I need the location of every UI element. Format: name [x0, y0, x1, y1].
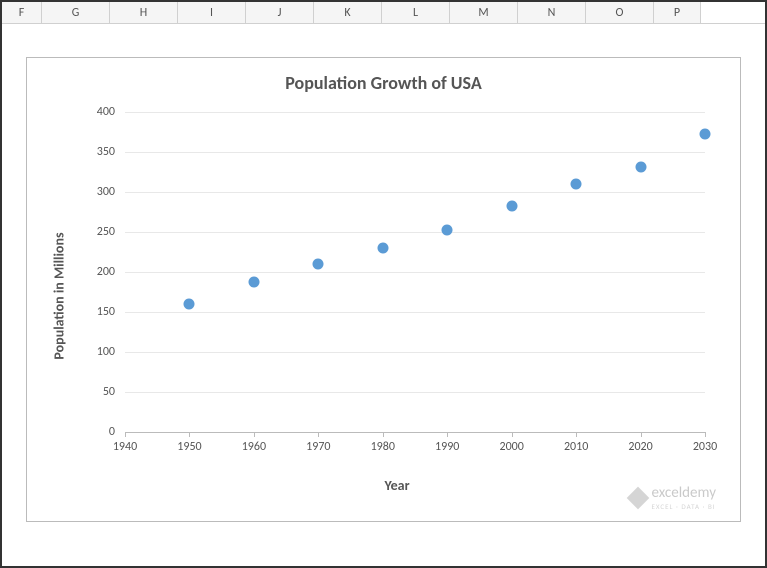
x-tick-mark	[447, 432, 448, 437]
y-tick-label: 200	[97, 265, 115, 279]
data-point[interactable]	[313, 259, 324, 270]
gridline	[125, 112, 705, 113]
x-tick-label: 2010	[564, 440, 588, 454]
x-tick-label: 1990	[435, 440, 459, 454]
x-tick-mark	[576, 432, 577, 437]
data-point[interactable]	[700, 128, 711, 139]
gridline	[125, 392, 705, 393]
column-header-O[interactable]: O	[586, 2, 654, 23]
column-header-H[interactable]: H	[110, 2, 178, 23]
x-tick-label: 2030	[693, 440, 717, 454]
chart-object[interactable]: Population Growth of USA Population in M…	[26, 57, 741, 522]
x-tick-mark	[705, 432, 706, 437]
column-header-N[interactable]: N	[518, 2, 586, 23]
gridline	[125, 192, 705, 193]
column-header-M[interactable]: M	[450, 2, 518, 23]
data-point[interactable]	[184, 299, 195, 310]
y-tick-label: 100	[97, 345, 115, 359]
gridline	[125, 432, 705, 433]
data-point[interactable]	[442, 225, 453, 236]
data-point[interactable]	[248, 277, 259, 288]
x-tick-label: 1970	[306, 440, 330, 454]
data-point[interactable]	[635, 162, 646, 173]
x-tick-mark	[383, 432, 384, 437]
x-tick-label: 2020	[628, 440, 652, 454]
x-tick-label: 1980	[371, 440, 395, 454]
data-point[interactable]	[506, 201, 517, 212]
x-tick-mark	[254, 432, 255, 437]
x-tick-label: 1940	[113, 440, 137, 454]
plot-area: 0501001502002503003504001940195019601970…	[125, 112, 705, 432]
y-tick-label: 50	[103, 385, 115, 399]
x-tick-mark	[512, 432, 513, 437]
x-tick-mark	[189, 432, 190, 437]
gridline	[125, 312, 705, 313]
x-tick-label: 1960	[242, 440, 266, 454]
y-tick-label: 350	[97, 145, 115, 159]
y-tick-label: 400	[97, 105, 115, 119]
y-tick-label: 300	[97, 185, 115, 199]
y-axis-label: Population in Millions	[51, 232, 68, 359]
x-tick-mark	[641, 432, 642, 437]
x-tick-mark	[125, 432, 126, 437]
x-axis-label: Year	[384, 477, 409, 494]
x-tick-label: 2000	[499, 440, 523, 454]
column-header-P[interactable]: P	[654, 2, 701, 23]
y-tick-label: 150	[97, 305, 115, 319]
logo-icon	[626, 486, 649, 509]
x-tick-label: 1950	[177, 440, 201, 454]
watermark: exceldemy EXCEL · DATA · BI	[630, 484, 716, 511]
gridline	[125, 272, 705, 273]
column-header-K[interactable]: K	[314, 2, 382, 23]
data-point[interactable]	[571, 179, 582, 190]
chart-title: Population Growth of USA	[27, 72, 740, 94]
gridline	[125, 152, 705, 153]
column-header-L[interactable]: L	[382, 2, 450, 23]
watermark-brand: exceldemy	[652, 484, 716, 502]
data-point[interactable]	[377, 243, 388, 254]
column-header-I[interactable]: I	[178, 2, 246, 23]
column-header-F[interactable]: F	[2, 2, 42, 23]
gridline	[125, 352, 705, 353]
y-tick-label: 250	[97, 225, 115, 239]
column-headers: FGHIJKLMNOP	[2, 2, 765, 24]
watermark-tagline: EXCEL · DATA · BI	[652, 502, 716, 511]
column-header-G[interactable]: G	[42, 2, 110, 23]
column-header-J[interactable]: J	[246, 2, 314, 23]
gridline	[125, 232, 705, 233]
y-tick-label: 0	[109, 425, 115, 439]
x-tick-mark	[318, 432, 319, 437]
plot-wrap: Population in Millions Year 050100150200…	[77, 106, 717, 486]
